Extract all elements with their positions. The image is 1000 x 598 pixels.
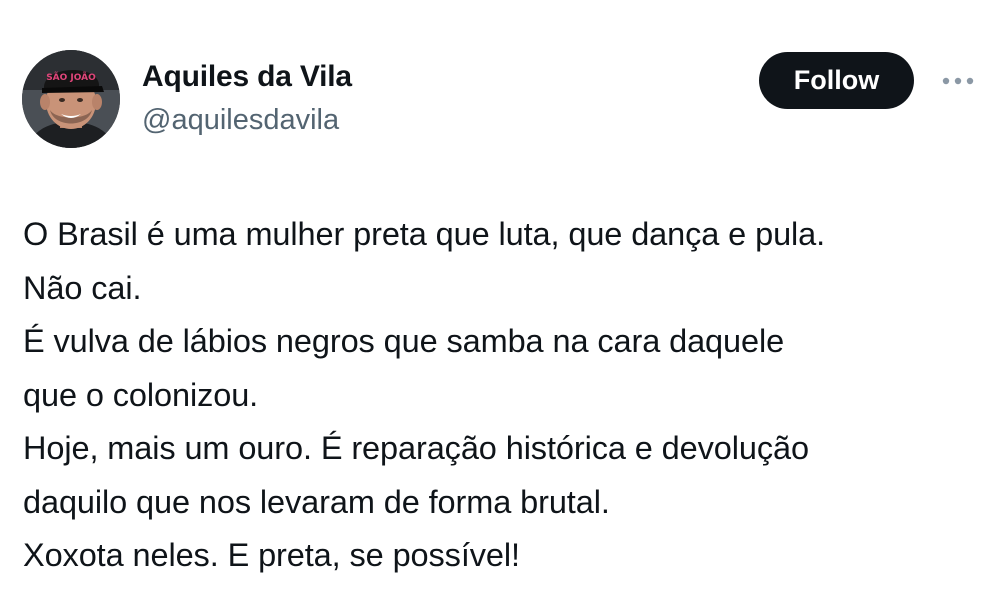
tweet-line: O Brasil é uma mulher preta que luta, qu… <box>23 216 826 252</box>
avatar-image: SÃO JOÃO <box>22 50 120 148</box>
tweet-header: SÃO JOÃO Aquiles da Vila @aquilesdavila … <box>22 46 982 156</box>
tweet-line: Não cai. <box>23 269 142 306</box>
avatar-cap-text: SÃO JOÃO <box>46 72 96 83</box>
tweet-line: Xoxota neles. E preta, se possível! <box>23 537 520 573</box>
tweet-text: O Brasil é uma mulher preta que luta, qu… <box>23 208 988 583</box>
tweet-line: É vulva de lábios negros que samba na ca… <box>23 323 785 359</box>
more-dots-icon[interactable] <box>934 66 982 96</box>
tweet-line: que o colonizou. <box>23 376 259 413</box>
tweet-line: Hoje, mais um ouro. É reparação históric… <box>23 430 809 466</box>
tweet-line: daquilo que nos levaram de forma brutal. <box>23 483 610 520</box>
author-name[interactable]: Aquiles da Vila <box>142 60 352 94</box>
avatar[interactable]: SÃO JOÃO <box>22 50 120 148</box>
follow-button[interactable]: Follow <box>759 52 914 109</box>
author-handle[interactable]: @aquilesdavila <box>142 104 339 137</box>
tweet-card: SÃO JOÃO Aquiles da Vila @aquilesdavila … <box>0 0 1000 598</box>
